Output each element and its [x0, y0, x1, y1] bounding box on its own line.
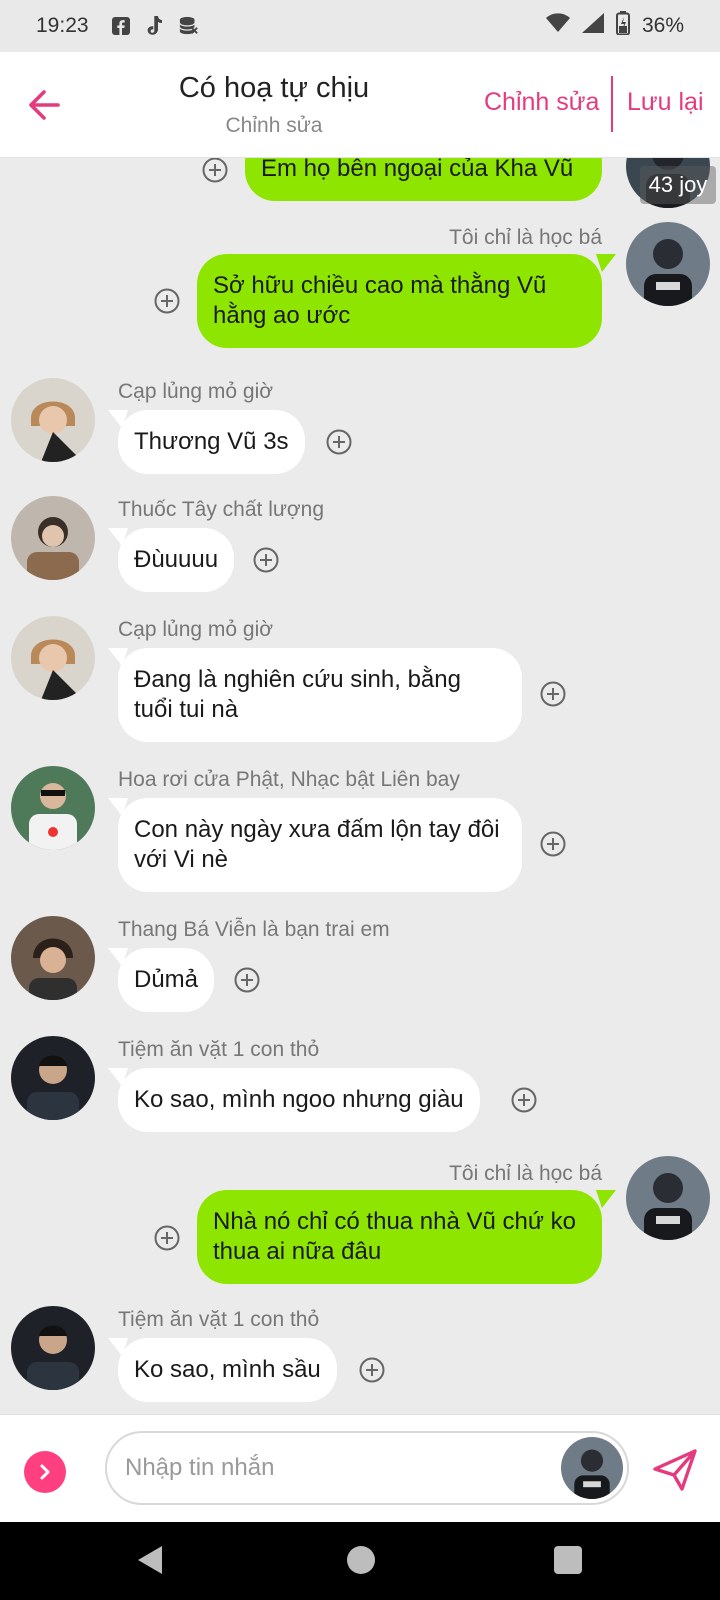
- header-divider: [611, 76, 613, 132]
- message-bubble[interactable]: Sở hữu chiều cao mà thằng Vũ hằng ao ước: [197, 254, 602, 348]
- avatar[interactable]: [11, 766, 95, 850]
- sender-name: Tôi chỉ là học bá: [449, 226, 602, 249]
- avatar[interactable]: [626, 1156, 710, 1240]
- message-bubble[interactable]: Ko sao, mình sầu: [118, 1338, 337, 1402]
- sender-name: Tiệm ăn vặt 1 con thỏ: [118, 1308, 320, 1331]
- plus-circle-icon[interactable]: [153, 1224, 181, 1252]
- plus-circle-icon[interactable]: [233, 966, 261, 994]
- avatar[interactable]: [11, 496, 95, 580]
- sender-name: Tôi chỉ là học bá: [449, 1162, 602, 1185]
- battery-percent: 36%: [641, 14, 684, 37]
- sender-name: Thang Bá Viễn là bạn trai em: [118, 918, 390, 941]
- bubble-tail: [108, 798, 128, 816]
- system-nav-bar: [0, 1522, 720, 1600]
- message-bubble[interactable]: Dủmả: [118, 948, 215, 1012]
- message-bubble[interactable]: Ko sao, mình ngoo nhưng giàu: [118, 1068, 480, 1132]
- status-bar: 19:23 36%: [0, 0, 720, 52]
- composer-bar: [0, 1414, 720, 1522]
- save-button[interactable]: Lưu lại: [627, 88, 704, 117]
- tiktok-icon: [145, 16, 165, 36]
- paper-plane-icon[interactable]: [652, 1447, 698, 1493]
- nav-recents-icon[interactable]: [554, 1546, 582, 1574]
- avatar[interactable]: [626, 222, 710, 306]
- sender-name: Hoa rơi cửa Phật, Nhạc bật Liên bay: [118, 768, 460, 791]
- plus-circle-icon[interactable]: [539, 830, 567, 858]
- plus-circle-icon[interactable]: [358, 1356, 386, 1384]
- nav-back-icon[interactable]: [136, 1544, 164, 1581]
- wifi-icon: [545, 13, 570, 39]
- bubble-tail: [596, 1190, 616, 1208]
- avatar[interactable]: [11, 916, 95, 1000]
- plus-circle-icon[interactable]: [325, 428, 353, 456]
- signal-icon: [581, 13, 604, 39]
- plus-circle-icon[interactable]: [539, 680, 567, 708]
- avatar[interactable]: [11, 378, 95, 462]
- avatar[interactable]: [11, 1036, 95, 1120]
- bubble-tail: [108, 1338, 128, 1356]
- sender-name: Cạp lủng mỏ giờ: [118, 618, 274, 641]
- chevron-right-icon[interactable]: [24, 1451, 66, 1493]
- avatar[interactable]: [561, 1437, 623, 1499]
- edit-button[interactable]: Chỉnh sửa: [484, 88, 599, 117]
- message-bubble[interactable]: Con này ngày xưa đấm lộn tay đôi với Vi …: [118, 798, 522, 892]
- chat-header: Có hoạ tự chịu Chỉnh sửa Chỉnh sửa Lưu l…: [0, 52, 720, 158]
- sender-name: Tiệm ăn vặt 1 con thỏ: [118, 1038, 320, 1061]
- facebook-icon: [111, 16, 131, 36]
- avatar[interactable]: [11, 1306, 95, 1390]
- sender-name: Cạp lủng mỏ giờ: [118, 380, 274, 403]
- message-bubble[interactable]: Thương Vũ 3s: [118, 410, 305, 474]
- plus-circle-icon[interactable]: [153, 287, 181, 315]
- nav-home-icon[interactable]: [347, 1546, 375, 1574]
- message-bubble[interactable]: Em họ bên ngoại của Kha Vũ: [245, 158, 602, 201]
- message-list[interactable]: Em họ bên ngoại của Kha Vũ 43 joy Tôi ch…: [0, 158, 720, 1414]
- bubble-tail: [108, 528, 128, 546]
- bubble-tail: [108, 1068, 128, 1086]
- status-time: 19:23: [36, 14, 89, 37]
- message-input[interactable]: [105, 1431, 629, 1505]
- bubble-tail: [596, 254, 616, 272]
- sender-name: Thuốc Tây chất lượng: [118, 498, 325, 521]
- message-bubble[interactable]: Đang là nghiên cứu sinh, bằng tuổi tui n…: [118, 648, 522, 742]
- avatar[interactable]: [11, 616, 95, 700]
- plus-circle-icon[interactable]: [510, 1086, 538, 1114]
- page-subtitle: Chỉnh sửa: [225, 114, 323, 137]
- message-bubble[interactable]: Nhà nó chỉ có thua nhà Vũ chứ ko thua ai…: [197, 1190, 602, 1284]
- database-icon: [178, 16, 199, 36]
- page-title: Có hoạ tự chịu: [178, 72, 370, 104]
- reaction-badge[interactable]: 43 joy: [640, 166, 716, 204]
- bubble-tail: [108, 648, 128, 666]
- battery-charging-icon: [615, 11, 630, 41]
- plus-circle-icon[interactable]: [201, 158, 229, 184]
- message-bubble[interactable]: Đùuuuu: [118, 528, 235, 592]
- plus-circle-icon[interactable]: [252, 546, 280, 574]
- bubble-tail: [108, 410, 128, 428]
- bubble-tail: [108, 948, 128, 966]
